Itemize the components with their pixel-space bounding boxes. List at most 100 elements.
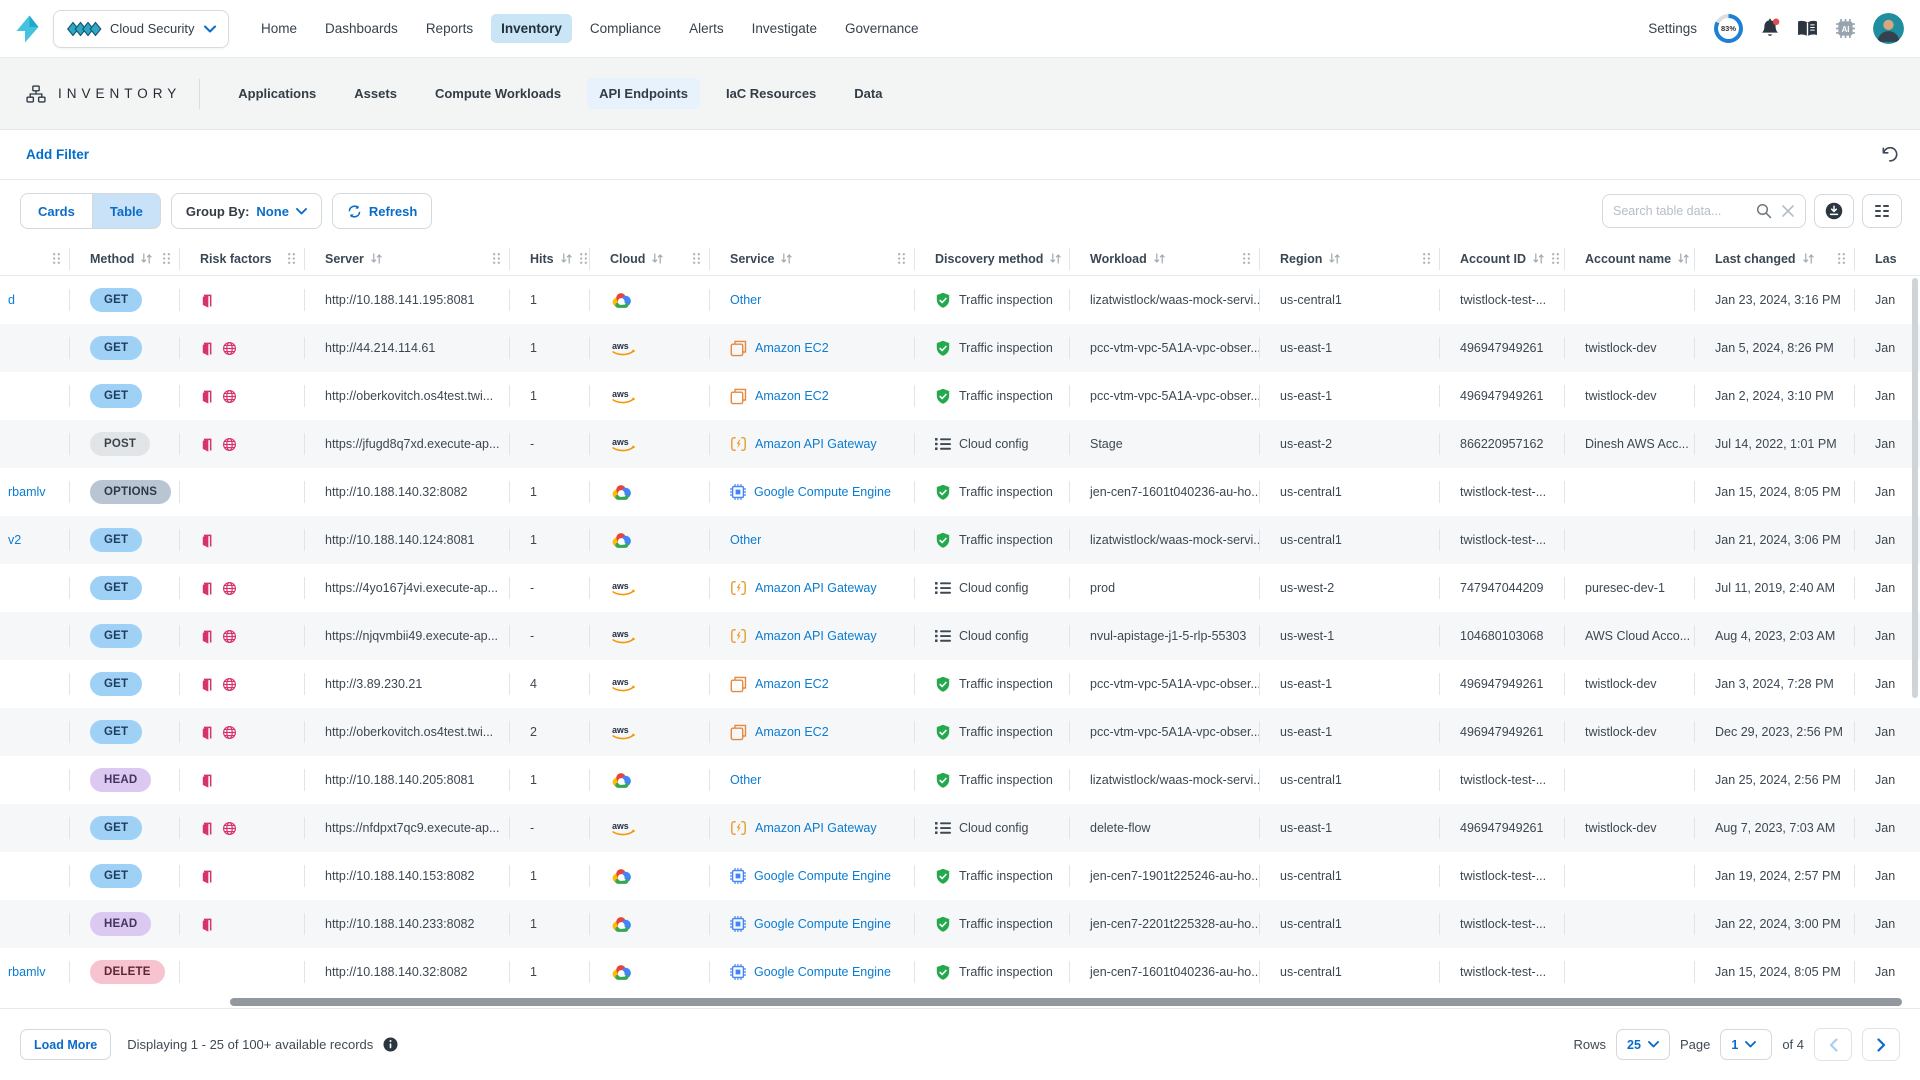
column-drag-handle-icon[interactable]: [492, 252, 501, 265]
service-link[interactable]: Google Compute Engine: [754, 965, 891, 979]
cell-service[interactable]: Amazon EC2: [710, 372, 915, 420]
service-link[interactable]: Amazon API Gateway: [755, 437, 877, 451]
service-link[interactable]: Amazon EC2: [755, 341, 829, 355]
table-row[interactable]: HEADhttp://10.188.140.205:80811OtherTraf…: [0, 756, 1920, 804]
nav-item-reports[interactable]: Reports: [416, 14, 483, 43]
column-drag-handle-icon[interactable]: [579, 252, 588, 265]
product-switcher[interactable]: Cloud Security: [53, 10, 229, 48]
tab-data[interactable]: Data: [842, 78, 894, 109]
horizontal-scrollbar-thumb[interactable]: [230, 998, 1902, 1006]
column-drag-handle-icon[interactable]: [1837, 252, 1846, 265]
settings-link[interactable]: Settings: [1648, 21, 1697, 36]
column-header-workload[interactable]: Workload: [1070, 242, 1260, 275]
page-select[interactable]: 1: [1720, 1029, 1772, 1060]
sort-icon[interactable]: [1532, 253, 1545, 264]
column-drag-handle-icon[interactable]: [1242, 252, 1251, 265]
cell-service[interactable]: Other: [710, 756, 915, 804]
nav-item-inventory[interactable]: Inventory: [491, 14, 572, 43]
column-drag-handle-icon[interactable]: [287, 252, 296, 265]
sort-icon[interactable]: [1677, 253, 1690, 264]
cell-service[interactable]: Other: [710, 516, 915, 564]
load-more-button[interactable]: Load More: [20, 1029, 111, 1060]
service-link[interactable]: Google Compute Engine: [754, 917, 891, 931]
service-link[interactable]: Amazon API Gateway: [755, 629, 877, 643]
table-view-button[interactable]: Table: [92, 193, 161, 229]
info-icon[interactable]: [383, 1037, 398, 1052]
cell-service[interactable]: Amazon EC2: [710, 708, 915, 756]
sort-icon[interactable]: [1153, 253, 1166, 264]
notifications-bell-icon[interactable]: [1760, 18, 1780, 39]
table-row[interactable]: v2GEThttp://10.188.140.124:80811OtherTra…: [0, 516, 1920, 564]
column-drag-handle-icon[interactable]: [52, 252, 61, 265]
cell-service[interactable]: Amazon EC2: [710, 324, 915, 372]
table-row[interactable]: GEThttps://njqvmbii49.execute-ap...-awsA…: [0, 612, 1920, 660]
cell-endpoint[interactable]: rbamlv: [0, 948, 70, 996]
sort-icon[interactable]: [651, 253, 664, 264]
column-drag-handle-icon[interactable]: [897, 252, 906, 265]
nav-item-compliance[interactable]: Compliance: [580, 14, 671, 43]
download-button[interactable]: [1814, 194, 1854, 228]
tab-compute-workloads[interactable]: Compute Workloads: [423, 78, 573, 109]
column-header-account_id[interactable]: Account ID: [1440, 242, 1565, 275]
tab-assets[interactable]: Assets: [342, 78, 409, 109]
tab-applications[interactable]: Applications: [226, 78, 328, 109]
nav-item-dashboards[interactable]: Dashboards: [315, 14, 408, 43]
column-drag-handle-icon[interactable]: [1422, 252, 1431, 265]
table-row[interactable]: GEThttp://3.89.230.214awsAmazon EC2Traff…: [0, 660, 1920, 708]
service-link[interactable]: Google Compute Engine: [754, 869, 891, 883]
table-row[interactable]: rbamlvOPTIONShttp://10.188.140.32:80821G…: [0, 468, 1920, 516]
clear-search-icon[interactable]: [1781, 204, 1795, 218]
docs-book-icon[interactable]: [1797, 20, 1818, 38]
tab-iac-resources[interactable]: IaC Resources: [714, 78, 828, 109]
table-row[interactable]: POSThttps://jfugd8q7xd.execute-ap...-aws…: [0, 420, 1920, 468]
cell-service[interactable]: Google Compute Engine: [710, 900, 915, 948]
cell-service[interactable]: Amazon EC2: [710, 660, 915, 708]
user-avatar[interactable]: [1873, 13, 1904, 44]
reset-filters-undo-icon[interactable]: [1881, 147, 1898, 162]
service-link[interactable]: Other: [730, 293, 761, 307]
column-header-region[interactable]: Region: [1260, 242, 1440, 275]
column-header-last_changed[interactable]: Last changed: [1695, 242, 1855, 275]
column-header-method[interactable]: Method: [70, 242, 180, 275]
table-row[interactable]: GEThttps://nfdpxt7qc9.execute-ap...-awsA…: [0, 804, 1920, 852]
table-row[interactable]: rbamlvDELETEhttp://10.188.140.32:80821Go…: [0, 948, 1920, 996]
service-link[interactable]: Other: [730, 533, 761, 547]
column-header-hits[interactable]: Hits: [510, 242, 590, 275]
endpoint-link[interactable]: rbamlv: [8, 965, 46, 979]
table-row[interactable]: GEThttps://4yo167j4vi.execute-ap...-awsA…: [0, 564, 1920, 612]
cell-service[interactable]: Amazon API Gateway: [710, 612, 915, 660]
sort-icon[interactable]: [1802, 253, 1815, 264]
service-link[interactable]: Amazon API Gateway: [755, 821, 877, 835]
sort-icon[interactable]: [1328, 253, 1341, 264]
cell-service[interactable]: Amazon API Gateway: [710, 564, 915, 612]
sort-icon[interactable]: [140, 253, 153, 264]
cell-endpoint[interactable]: v2: [0, 516, 70, 564]
endpoint-link[interactable]: v2: [8, 533, 21, 547]
cell-service[interactable]: Amazon API Gateway: [710, 804, 915, 852]
service-link[interactable]: Amazon EC2: [755, 389, 829, 403]
table-row[interactable]: GEThttp://10.188.140.153:80821Google Com…: [0, 852, 1920, 900]
search-input[interactable]: [1613, 204, 1747, 218]
cell-endpoint[interactable]: d: [0, 276, 70, 324]
tab-api-endpoints[interactable]: API Endpoints: [587, 78, 700, 109]
ai-copilot-chip-icon[interactable]: AI: [1835, 18, 1856, 39]
endpoint-link[interactable]: d: [8, 293, 15, 307]
sort-icon[interactable]: [1049, 253, 1062, 264]
refresh-button[interactable]: Refresh: [332, 193, 432, 229]
table-row[interactable]: HEADhttp://10.188.140.233:80821Google Co…: [0, 900, 1920, 948]
column-drag-handle-icon[interactable]: [1551, 252, 1560, 265]
nav-item-alerts[interactable]: Alerts: [679, 14, 734, 43]
usage-progress-ring[interactable]: 83%: [1714, 14, 1743, 43]
prisma-cloud-logo-icon[interactable]: [14, 14, 41, 44]
column-drag-handle-icon[interactable]: [162, 252, 171, 265]
rows-per-page-select[interactable]: 25: [1616, 1029, 1670, 1060]
nav-item-investigate[interactable]: Investigate: [742, 14, 827, 43]
column-settings-button[interactable]: [1862, 194, 1902, 228]
group-by-dropdown[interactable]: Group By: None: [171, 193, 322, 229]
cards-view-button[interactable]: Cards: [20, 193, 92, 229]
service-link[interactable]: Amazon EC2: [755, 677, 829, 691]
cell-service[interactable]: Google Compute Engine: [710, 852, 915, 900]
column-header-service[interactable]: Service: [710, 242, 915, 275]
cell-service[interactable]: Other: [710, 276, 915, 324]
cell-service[interactable]: Google Compute Engine: [710, 468, 915, 516]
